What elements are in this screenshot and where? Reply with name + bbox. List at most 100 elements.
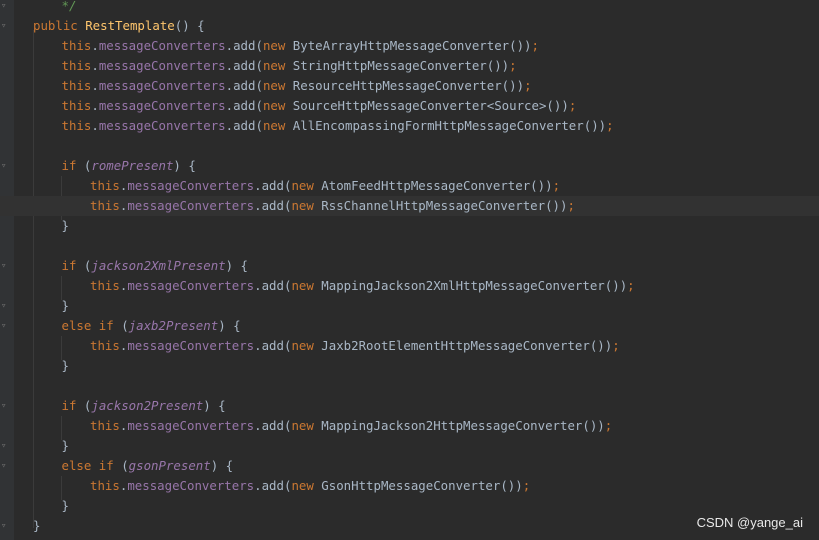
code-token: StringHttpMessageConverter())	[292, 58, 510, 73]
code-token: MappingJackson2HttpMessageConverter())	[321, 418, 605, 433]
fold-marker-icon[interactable]: ▿	[1, 162, 9, 171]
code-token: .add(	[225, 38, 263, 53]
fold-marker-icon[interactable]: ▿	[1, 22, 9, 31]
code-token: public	[33, 18, 86, 33]
code-token: messageConverters	[127, 178, 255, 193]
code-token: jackson2XmlPresent	[91, 258, 226, 273]
code-token: this	[90, 278, 120, 293]
code-line-text: this.messageConverters.add(new AllEncomp…	[62, 116, 614, 136]
code-line-text: this.messageConverters.add(new ByteArray…	[62, 36, 539, 56]
fold-marker-icon[interactable]: ▿	[1, 402, 9, 411]
code-line[interactable]: this.messageConverters.add(new Jaxb2Root…	[0, 336, 819, 356]
code-line[interactable]: else if (gsonPresent) {	[0, 456, 819, 476]
code-token: ;	[524, 78, 532, 93]
code-token: .add(	[225, 98, 263, 113]
code-token: jaxb2Present	[128, 318, 219, 333]
fold-marker-icon[interactable]: ▿	[1, 442, 9, 451]
code-token: () {	[174, 18, 205, 33]
code-line[interactable]: public RestTemplate() {	[0, 16, 819, 36]
code-token: .	[91, 98, 99, 113]
code-token: else if	[61, 318, 122, 333]
code-token: this	[90, 338, 120, 353]
code-token: new	[262, 78, 293, 93]
code-token: ;	[567, 198, 575, 213]
code-token: AllEncompassingFormHttpMessageConverter(…	[292, 118, 607, 133]
code-token: this	[90, 178, 120, 193]
fold-marker-icon[interactable]: ▿	[1, 2, 9, 11]
fold-marker-icon[interactable]: ▿	[1, 302, 9, 311]
code-token: this	[61, 98, 92, 113]
code-token: this	[61, 58, 92, 73]
code-line[interactable]: this.messageConverters.add(new MappingJa…	[0, 276, 819, 296]
code-line[interactable]: else if (jaxb2Present) {	[0, 316, 819, 336]
code-line[interactable]: this.messageConverters.add(new RssChanne…	[0, 196, 819, 216]
code-line[interactable]: this.messageConverters.add(new GsonHttpM…	[0, 476, 819, 496]
code-token: messageConverters	[127, 478, 255, 493]
code-line[interactable]: */	[0, 0, 819, 16]
code-token: if	[61, 158, 84, 173]
code-token: this	[90, 418, 120, 433]
code-line-text: }	[62, 216, 69, 236]
code-token: messageConverters	[98, 38, 226, 53]
code-line-text: this.messageConverters.add(new ResourceH…	[62, 76, 532, 96]
code-token: messageConverters	[127, 198, 255, 213]
code-token: .add(	[254, 418, 292, 433]
code-line-text: this.messageConverters.add(new StringHtt…	[62, 56, 517, 76]
code-token: }	[61, 498, 69, 513]
code-token: if	[61, 258, 84, 273]
code-token: .	[91, 38, 99, 53]
code-line-text: }	[33, 516, 40, 536]
code-token: this	[61, 118, 92, 133]
code-token: messageConverters	[127, 338, 255, 353]
code-token: .add(	[225, 78, 263, 93]
code-token: romePresent	[91, 158, 174, 173]
code-line[interactable]: }	[0, 216, 819, 236]
code-line[interactable]	[0, 376, 819, 396]
watermark: CSDN @yange_ai	[696, 515, 803, 530]
code-token: }	[61, 298, 69, 313]
fold-marker-icon[interactable]: ▿	[1, 462, 9, 471]
code-line[interactable]: this.messageConverters.add(new ResourceH…	[0, 76, 819, 96]
code-token: ) {	[210, 458, 234, 473]
code-line[interactable]	[0, 236, 819, 256]
code-line-text: this.messageConverters.add(new SourceHtt…	[62, 96, 577, 116]
code-line[interactable]: this.messageConverters.add(new AtomFeedH…	[0, 176, 819, 196]
code-line-text: else if (gsonPresent) {	[62, 456, 234, 476]
code-token: .	[91, 58, 99, 73]
code-line[interactable]: this.messageConverters.add(new ByteArray…	[0, 36, 819, 56]
code-line-text: }	[62, 356, 69, 376]
code-line[interactable]: if (jackson2XmlPresent) {	[0, 256, 819, 276]
code-token: messageConverters	[127, 278, 255, 293]
code-line[interactable]: this.messageConverters.add(new AllEncomp…	[0, 116, 819, 136]
code-token: .add(	[254, 278, 292, 293]
fold-marker-icon[interactable]: ▿	[1, 522, 9, 531]
code-token: ResourceHttpMessageConverter())	[292, 78, 525, 93]
code-token: }	[33, 518, 41, 533]
code-line[interactable]: this.messageConverters.add(new MappingJa…	[0, 416, 819, 436]
code-token: .add(	[225, 58, 263, 73]
code-line[interactable]: this.messageConverters.add(new SourceHtt…	[0, 96, 819, 116]
code-token: jackson2Present	[91, 398, 204, 413]
fold-marker-icon[interactable]: ▿	[1, 262, 9, 271]
code-token: this	[90, 198, 120, 213]
code-token: }	[61, 438, 69, 453]
code-line[interactable]: this.messageConverters.add(new StringHtt…	[0, 56, 819, 76]
code-line[interactable]: }	[0, 496, 819, 516]
code-line[interactable]: }	[0, 436, 819, 456]
code-token: messageConverters	[98, 58, 226, 73]
code-token: new	[291, 338, 322, 353]
code-token: new	[262, 38, 293, 53]
code-line[interactable]: if (jackson2Present) {	[0, 396, 819, 416]
code-line[interactable]: }	[0, 296, 819, 316]
code-token: .add(	[254, 178, 292, 193]
code-token: messageConverters	[98, 118, 226, 133]
code-line[interactable]: if (romePresent) {	[0, 156, 819, 176]
code-line[interactable]	[0, 136, 819, 156]
code-line[interactable]: }	[0, 356, 819, 376]
code-token: ByteArrayHttpMessageConverter())	[292, 38, 532, 53]
fold-marker-icon[interactable]: ▿	[1, 322, 9, 331]
code-line-text: if (romePresent) {	[62, 156, 196, 176]
code-token: new	[291, 278, 322, 293]
code-token: messageConverters	[98, 98, 226, 113]
code-token: messageConverters	[127, 418, 255, 433]
